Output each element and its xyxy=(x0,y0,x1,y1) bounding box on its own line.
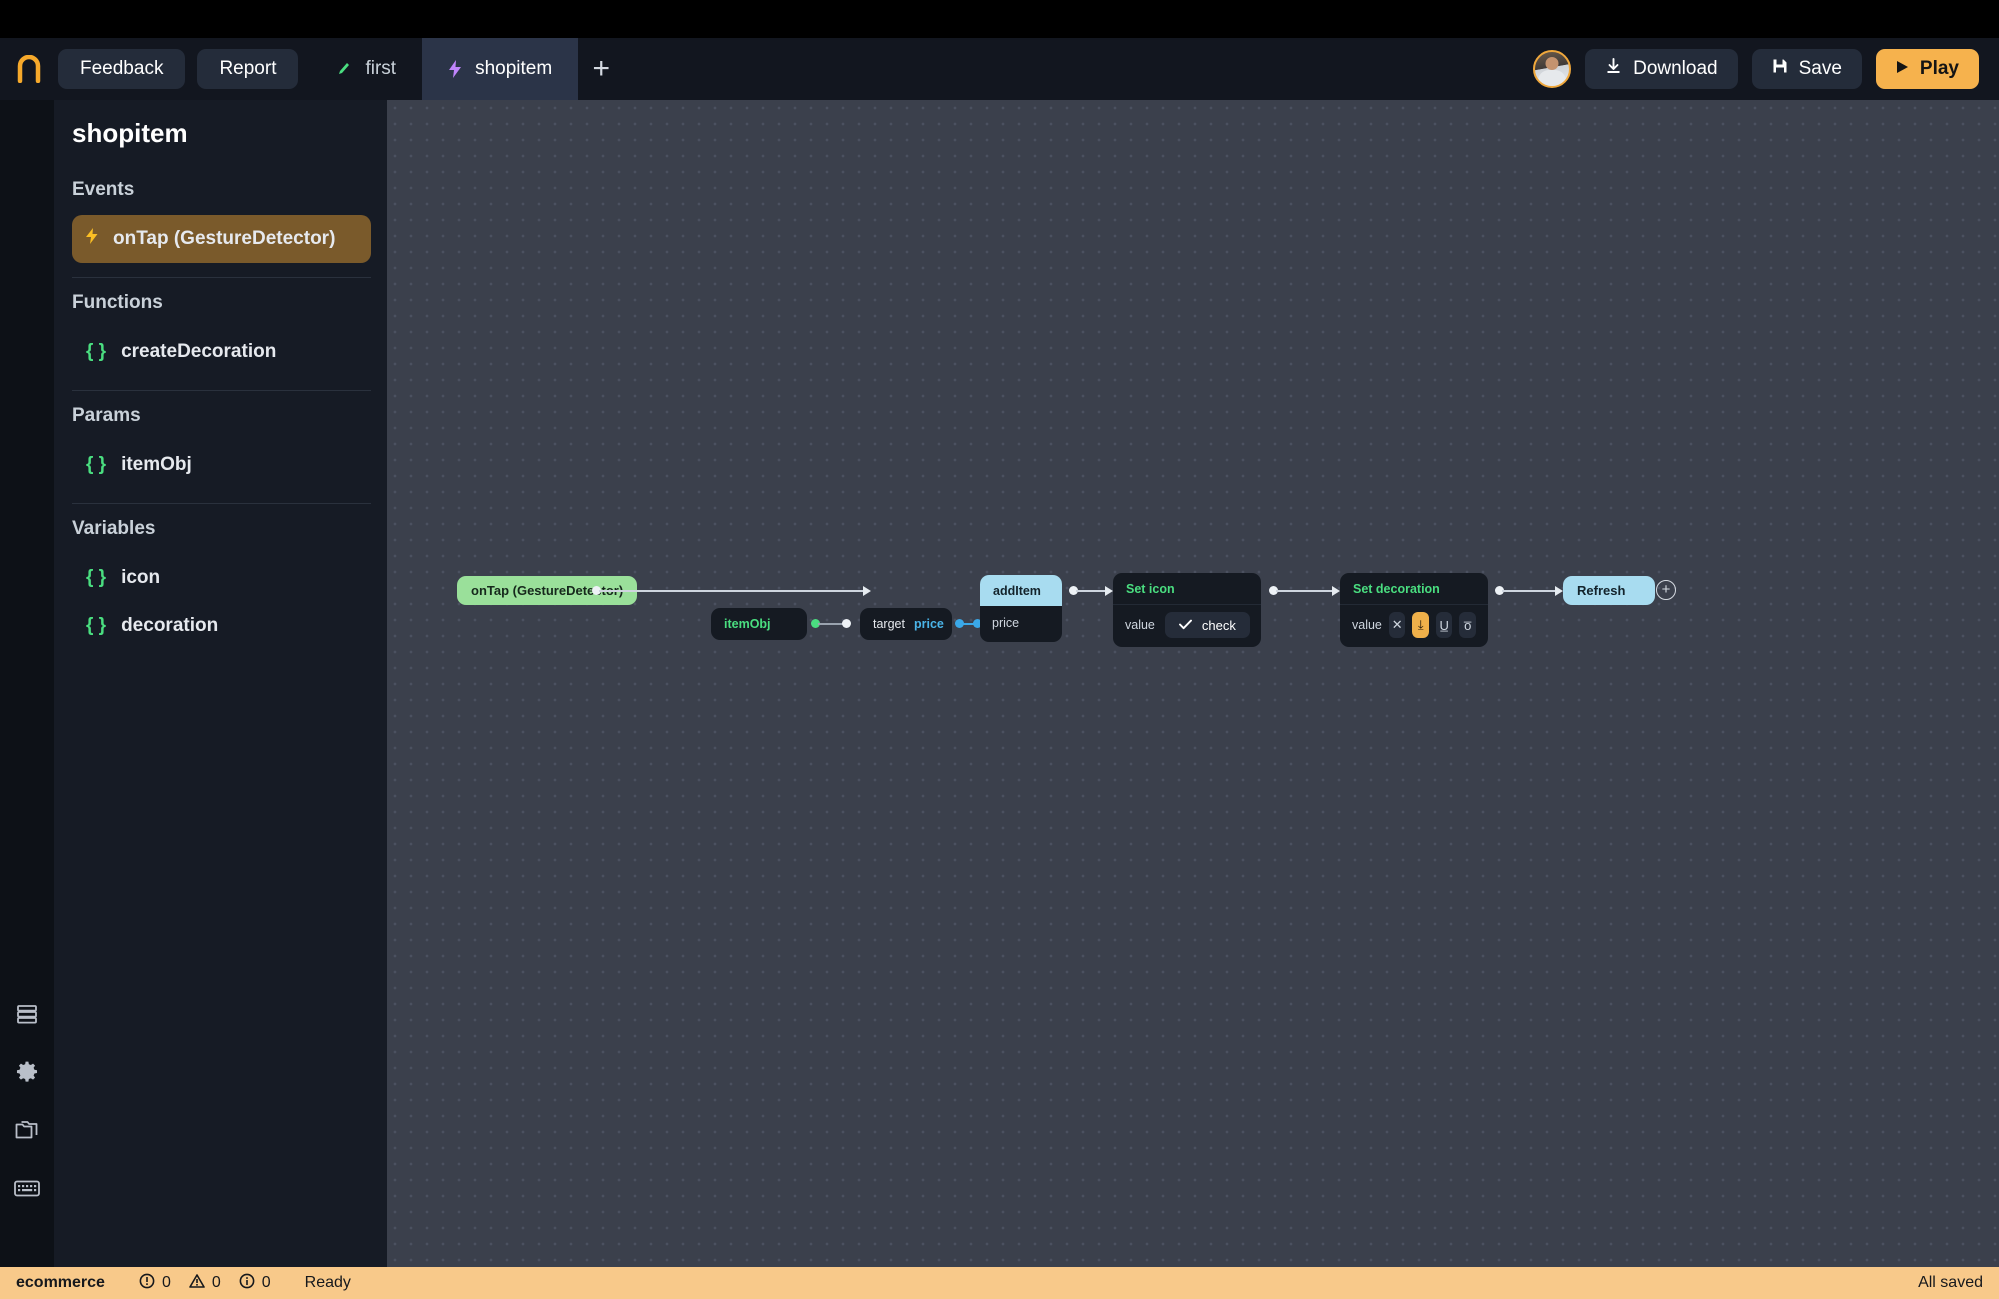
decoration-none-button[interactable]: ✕ xyxy=(1389,612,1406,638)
download-icon xyxy=(1605,58,1622,81)
save-label: Save xyxy=(1799,58,1842,80)
tab-shopitem[interactable]: shopitem xyxy=(422,38,578,100)
port-target-in[interactable] xyxy=(842,619,851,628)
sidebar-item-label: decoration xyxy=(121,615,218,637)
tab-first-label: first xyxy=(365,58,396,80)
decoration-underline-button[interactable]: U̲ xyxy=(1436,612,1453,638)
tab-shopitem-label: shopitem xyxy=(475,58,552,80)
arrow-setdecoration-refresh xyxy=(1555,586,1563,596)
status-errors[interactable]: 0 xyxy=(139,1273,171,1294)
node-refresh[interactable]: Refresh xyxy=(1563,576,1655,605)
header-actions: Download Save Play xyxy=(1533,49,1999,89)
arrow-ontap-additem xyxy=(863,586,871,596)
folders-icon[interactable] xyxy=(13,1116,41,1144)
app-header: Feedback Report first shopitem + xyxy=(0,38,1999,100)
add-tab-button[interactable]: + xyxy=(578,38,624,100)
braces-icon: { } xyxy=(86,567,106,589)
save-button[interactable]: Save xyxy=(1752,49,1862,89)
status-saved: All saved xyxy=(1918,1274,1983,1292)
app-root: Feedback Report first shopitem + xyxy=(0,0,1999,1299)
gear-icon[interactable] xyxy=(13,1058,41,1086)
sidebar-heading-variables: Variables xyxy=(54,504,387,554)
sidebar-item-label: onTap (GestureDetector) xyxy=(113,228,335,250)
node-target-label: target xyxy=(873,617,905,631)
node-set-icon-row-label: value xyxy=(1125,618,1155,632)
left-icon-rail xyxy=(0,100,54,1281)
lightning-icon xyxy=(448,60,462,78)
status-project: ecommerce xyxy=(16,1274,105,1292)
sidebar-item-label: createDecoration xyxy=(121,341,276,363)
sidebar-item-label: itemObj xyxy=(121,454,192,476)
node-additem-header: addItem xyxy=(980,575,1062,606)
status-infos-count: 0 xyxy=(262,1274,271,1292)
arrow-seticon-setdecoration xyxy=(1332,586,1340,596)
sidebar-item-createdecoration[interactable]: { } createDecoration xyxy=(72,328,371,376)
wire-itemobj-target xyxy=(818,623,844,625)
download-label: Download xyxy=(1633,58,1718,80)
wire-seticon-setdecoration xyxy=(1276,590,1332,592)
status-bar: ecommerce 0 0 0 Ready All saved xyxy=(0,1267,1999,1299)
node-set-decoration[interactable]: Set decoration value ✕ ⤓ U̲ o̅ xyxy=(1340,573,1488,647)
page-title: shopitem xyxy=(54,100,387,165)
braces-icon: { } xyxy=(86,615,106,637)
node-itemobj[interactable]: itemObj xyxy=(711,608,807,640)
node-set-decoration-header: Set decoration xyxy=(1340,573,1488,604)
decoration-overline-button[interactable]: o̅ xyxy=(1459,612,1476,638)
flow-canvas[interactable]: onTap (GestureDetector) itemObj target p… xyxy=(387,100,1999,1281)
node-set-decoration-row-label: value xyxy=(1352,618,1382,632)
sidebar-heading-events: Events xyxy=(54,165,387,215)
nocode-logo-icon[interactable] xyxy=(0,55,58,83)
play-label: Play xyxy=(1920,58,1959,80)
node-target-value: price xyxy=(914,617,944,631)
play-button[interactable]: Play xyxy=(1876,49,1979,89)
check-icon xyxy=(1179,618,1192,633)
node-additem[interactable]: addItem price xyxy=(980,575,1062,642)
status-infos[interactable]: 0 xyxy=(239,1273,271,1294)
error-icon xyxy=(139,1273,155,1294)
avatar[interactable] xyxy=(1533,50,1571,88)
database-icon[interactable] xyxy=(13,1000,41,1028)
wire-ontap-additem xyxy=(599,590,863,592)
lightning-icon xyxy=(86,228,98,250)
node-set-icon[interactable]: Set icon value check xyxy=(1113,573,1261,647)
play-icon xyxy=(1896,58,1909,80)
floppy-disk-icon xyxy=(1772,58,1788,80)
set-icon-value-dropdown[interactable]: check xyxy=(1165,612,1250,638)
sidebar: shopitem Events onTap (GestureDetector) … xyxy=(54,100,387,1281)
warning-icon xyxy=(189,1273,205,1294)
download-button[interactable]: Download xyxy=(1585,49,1738,89)
wire-setdecoration-refresh xyxy=(1502,590,1555,592)
arrow-additem-seticon xyxy=(1105,586,1113,596)
report-button[interactable]: Report xyxy=(197,49,298,89)
feedback-button[interactable]: Feedback xyxy=(58,49,185,89)
node-refresh-label: Refresh xyxy=(1577,583,1625,598)
add-node-button[interactable]: + xyxy=(1656,580,1676,600)
node-target[interactable]: target price xyxy=(860,608,952,640)
tab-first[interactable]: first xyxy=(310,38,422,100)
sidebar-heading-params: Params xyxy=(54,391,387,441)
wire-additem-seticon xyxy=(1076,590,1105,592)
braces-icon: { } xyxy=(86,454,106,476)
status-state: Ready xyxy=(305,1274,351,1292)
sidebar-heading-functions: Functions xyxy=(54,278,387,328)
info-icon xyxy=(239,1273,255,1294)
braces-icon: { } xyxy=(86,341,106,363)
node-set-icon-header: Set icon xyxy=(1113,573,1261,604)
sidebar-item-icon[interactable]: { } icon xyxy=(72,554,371,602)
sidebar-item-label: icon xyxy=(121,567,160,589)
sidebar-item-ontap[interactable]: onTap (GestureDetector) xyxy=(72,215,371,263)
node-itemobj-label: itemObj xyxy=(724,617,771,631)
keyboard-icon[interactable] xyxy=(13,1174,41,1202)
status-warnings[interactable]: 0 xyxy=(189,1273,221,1294)
decoration-line-through-button[interactable]: ⤓ xyxy=(1412,612,1429,638)
brush-icon xyxy=(336,61,352,77)
sidebar-item-decoration[interactable]: { } decoration xyxy=(72,602,371,650)
node-additem-row-label: price xyxy=(992,616,1019,630)
sidebar-item-itemobj[interactable]: { } itemObj xyxy=(72,441,371,489)
status-warnings-count: 0 xyxy=(212,1274,221,1292)
status-errors-count: 0 xyxy=(162,1274,171,1292)
title-bar-strip xyxy=(0,0,1999,38)
set-icon-value-label: check xyxy=(1202,618,1236,633)
